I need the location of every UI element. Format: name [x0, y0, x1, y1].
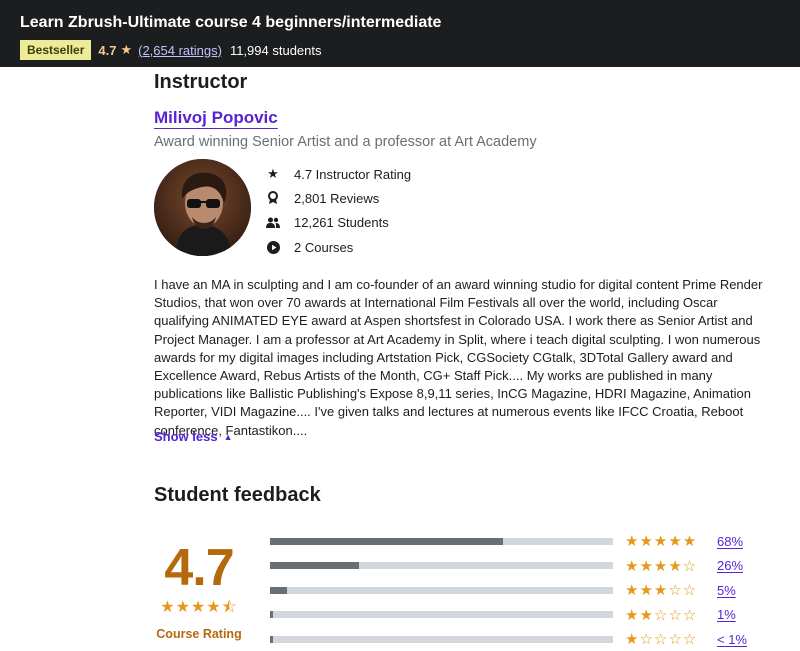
rating-row-3[interactable]: ★★★☆☆ 5% — [270, 578, 747, 603]
play-icon — [266, 240, 280, 254]
students-count: 11,994 students — [229, 42, 322, 58]
rating-bar-fill — [270, 635, 274, 643]
award-icon — [266, 191, 280, 205]
stat-text: 12,261 Students — [294, 215, 389, 231]
rating-row-stars-icon: ★★☆☆☆ — [625, 606, 698, 624]
show-less-label: Show less — [154, 429, 218, 444]
rating-row-percent[interactable]: 68% — [717, 534, 743, 549]
course-header-bar: Learn Zbrush-Ultimate course 4 beginners… — [0, 0, 800, 67]
rating-row-2[interactable]: ★★☆☆☆ 1% — [270, 603, 747, 628]
avatar-image — [154, 159, 251, 256]
stat-text: 4.7 Instructor Rating — [294, 166, 412, 182]
course-title: Learn Zbrush-Ultimate course 4 beginners… — [20, 14, 442, 31]
show-less-button[interactable]: Show less ▲ — [154, 429, 233, 444]
rating-bar-fill — [270, 611, 274, 619]
students-icon — [266, 216, 280, 230]
instructor-subtitle: Award winning Senior Artist and a profes… — [154, 134, 537, 150]
stat-students: 12,261 Students — [266, 211, 411, 235]
rating-row-5[interactable]: ★★★★★ 68% — [270, 529, 747, 554]
rating-row-percent[interactable]: 26% — [717, 558, 743, 573]
instructor-avatar[interactable] — [154, 159, 251, 256]
instructor-heading: Instructor — [154, 71, 248, 93]
stat-text: 2,801 Reviews — [294, 190, 380, 206]
stat-reviews: 2,801 Reviews — [266, 186, 411, 210]
chevron-up-icon: ▲ — [223, 431, 233, 442]
rating-row-stars-icon: ★★★★★ — [625, 533, 698, 551]
rating-bar-fill — [270, 537, 504, 545]
course-rating-label: Course Rating — [156, 627, 242, 641]
instructor-name-link[interactable]: Milivoj Popovic — [154, 108, 278, 128]
stat-rating: ★ 4.7 Instructor Rating — [266, 162, 411, 186]
course-rating-value: 4.7 — [98, 42, 117, 58]
rating-row-percent[interactable]: 1% — [717, 607, 736, 622]
rating-row-percent[interactable]: < 1% — [717, 632, 747, 647]
rating-row-stars-icon: ★☆☆☆☆ — [625, 631, 698, 649]
rating-bar-track — [270, 562, 613, 570]
rating-bar-track — [270, 586, 613, 594]
rating-bar-track — [270, 611, 613, 619]
bestseller-badge: Bestseller — [20, 40, 92, 60]
rating-bar-track — [270, 635, 613, 643]
rating-bar-fill — [270, 586, 288, 594]
rating-row-stars-icon: ★★★★☆ — [625, 557, 698, 575]
star-icon: ★ — [267, 166, 279, 182]
instructor-bio: I have an MA in sculpting and I am co-fo… — [154, 277, 763, 438]
course-rating-summary: 4.7 ★★★★⯪ Course Rating — [156, 542, 242, 641]
stat-courses: 2 Courses — [266, 235, 411, 259]
course-rating-number: 4.7 — [164, 539, 234, 597]
rating-bar-fill — [270, 562, 360, 570]
instructor-stats: ★ 4.7 Instructor Rating 2,801 Reviews 12… — [266, 162, 411, 259]
rating-breakdown: ★★★★★ 68% ★★★★☆ 26% ★★★☆☆ 5% ★★☆☆☆ 1% ★☆… — [270, 529, 747, 651]
rating-row-stars-icon: ★★★☆☆ — [625, 582, 698, 600]
rating-stars-icon: ★★★★⯪ — [160, 599, 238, 616]
rating-bar-track — [270, 537, 613, 545]
star-icon: ★ — [120, 42, 133, 57]
stat-text: 2 Courses — [294, 239, 354, 255]
rating-row-1[interactable]: ★☆☆☆☆ < 1% — [270, 627, 747, 651]
student-feedback-heading: Student feedback — [154, 484, 321, 506]
course-meta: Bestseller 4.7 ★ (2,654 ratings) 11,994 … — [20, 40, 800, 60]
rating-row-percent[interactable]: 5% — [717, 583, 736, 598]
ratings-count-link[interactable]: (2,654 ratings) — [138, 43, 222, 58]
rating-row-4[interactable]: ★★★★☆ 26% — [270, 554, 747, 579]
